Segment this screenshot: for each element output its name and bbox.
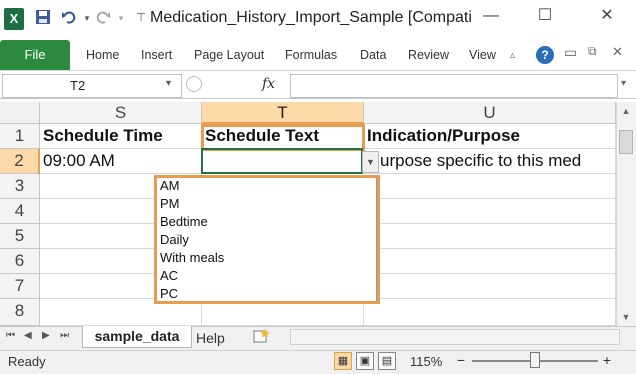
row-header-5[interactable]: 5: [0, 224, 40, 249]
zoom-slider-thumb[interactable]: [530, 352, 540, 368]
row-header-3[interactable]: 3: [0, 174, 40, 199]
cell-s2[interactable]: 09:00 AM: [40, 149, 202, 174]
horizontal-scrollbar[interactable]: [290, 329, 620, 345]
row-header-8[interactable]: 8: [0, 299, 40, 326]
formula-bar-grip-icon: [186, 76, 202, 92]
select-all-corner[interactable]: [0, 102, 40, 124]
page-break-view-icon[interactable]: ▤: [378, 352, 396, 370]
save-icon[interactable]: [34, 9, 52, 27]
new-sheet-icon[interactable]: [252, 328, 272, 346]
file-tab[interactable]: File: [0, 40, 70, 70]
maximize-button[interactable]: ☐: [530, 4, 560, 28]
active-cell-t2[interactable]: [201, 148, 363, 174]
cell-empty[interactable]: [364, 199, 616, 224]
zoom-out-button[interactable]: −: [452, 352, 470, 370]
minimize-ribbon-icon[interactable]: ▵: [510, 50, 515, 61]
undo-icon[interactable]: [60, 9, 78, 27]
prev-sheet-icon[interactable]: ◀: [24, 330, 32, 341]
scroll-up-icon[interactable]: ▲: [616, 104, 636, 118]
zoom-level[interactable]: 115%: [410, 354, 442, 369]
list-dropdown-arrow-icon[interactable]: ▼: [362, 151, 379, 173]
dropdown-highlight: [154, 175, 380, 304]
sheet-tab-help[interactable]: Help: [196, 330, 225, 346]
tab-data[interactable]: Data: [360, 48, 386, 62]
zoom-in-button[interactable]: +: [598, 352, 616, 370]
redo-icon[interactable]: [94, 9, 112, 27]
row-header-7[interactable]: 7: [0, 274, 40, 299]
normal-view-icon[interactable]: ▦: [334, 352, 352, 370]
formula-input[interactable]: [290, 74, 618, 98]
column-header-u[interactable]: U: [364, 102, 616, 124]
cell-u1[interactable]: Indication/Purpose: [364, 124, 616, 149]
workbook-restore-icon[interactable]: ⧉: [588, 44, 597, 59]
status-bar: [0, 350, 636, 374]
status-text: Ready: [8, 354, 46, 369]
column-header-s[interactable]: S: [40, 102, 202, 124]
cell-empty[interactable]: [364, 249, 616, 274]
tab-view[interactable]: View: [469, 48, 496, 62]
tab-formulas[interactable]: Formulas: [285, 48, 337, 62]
cell-empty[interactable]: [364, 274, 616, 299]
schedule-text-highlight: [201, 124, 365, 151]
row-header-4[interactable]: 4: [0, 199, 40, 224]
window-title: Medication_History_Import_Sample [Compat…: [150, 9, 472, 26]
name-box-value: T2: [70, 78, 86, 93]
sheet-tab-sample-data[interactable]: sample_data: [82, 326, 192, 348]
minimize-button[interactable]: —: [476, 4, 506, 28]
close-button[interactable]: ✕: [592, 4, 622, 28]
tab-page-layout[interactable]: Page Layout: [194, 48, 264, 62]
row-header-1[interactable]: 1: [0, 124, 40, 149]
row-header-6[interactable]: 6: [0, 249, 40, 274]
vertical-scroll-thumb[interactable]: [619, 130, 633, 154]
next-sheet-icon[interactable]: ▶: [42, 330, 50, 341]
scroll-down-icon[interactable]: ▼: [616, 310, 636, 324]
tab-home[interactable]: Home: [86, 48, 119, 62]
cell-empty[interactable]: [364, 299, 616, 326]
column-header-t[interactable]: T: [202, 102, 364, 124]
row-header-2[interactable]: 2: [0, 149, 40, 174]
name-box-dropdown-icon[interactable]: ▾: [166, 78, 171, 89]
cell-empty[interactable]: [364, 224, 616, 249]
last-sheet-icon[interactable]: ⏭: [60, 330, 69, 341]
cell-s1[interactable]: Schedule Time: [40, 124, 202, 149]
customize-qat-icon[interactable]: ⊤: [132, 9, 150, 27]
help-icon[interactable]: ?: [536, 46, 554, 64]
redo-dropdown-icon[interactable]: ▾: [112, 9, 130, 27]
cell-empty[interactable]: [364, 174, 616, 199]
tab-review[interactable]: Review: [408, 48, 449, 62]
workbook-minimize-icon[interactable]: ▭: [564, 44, 577, 61]
excel-logo-icon[interactable]: X: [4, 8, 24, 30]
name-box[interactable]: [2, 74, 182, 98]
page-layout-view-icon[interactable]: ▣: [356, 352, 374, 370]
tab-insert[interactable]: Insert: [141, 48, 172, 62]
expand-formula-bar-icon[interactable]: ▾: [621, 78, 626, 89]
insert-function-icon[interactable]: fx: [262, 76, 275, 92]
workbook-close-icon[interactable]: ✕: [612, 44, 623, 60]
cell-u2[interactable]: urpose specific to this med: [364, 149, 616, 174]
first-sheet-icon[interactable]: ⏮: [6, 330, 15, 341]
